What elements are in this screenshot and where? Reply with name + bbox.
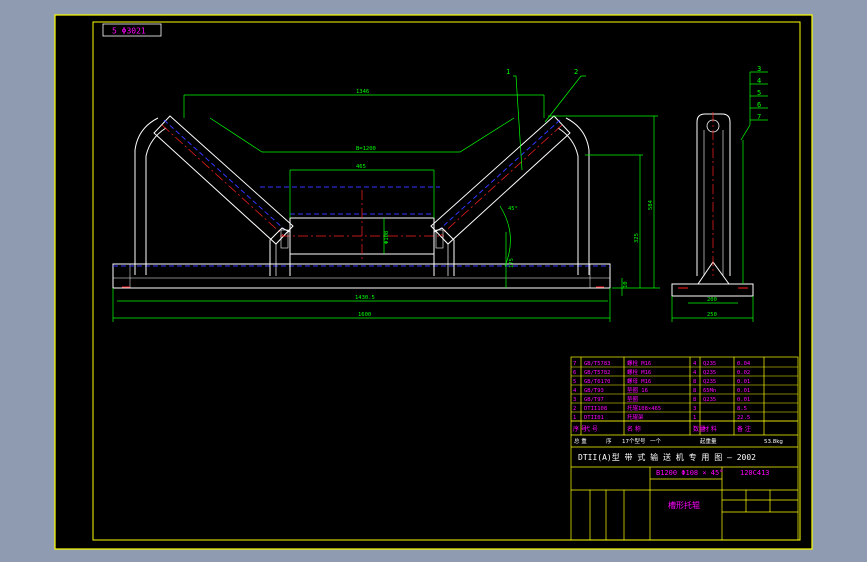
bom-cell: 0.01: [737, 379, 750, 385]
bom-cell: 垫圈: [627, 395, 639, 403]
bom-cell: GB/T5782: [584, 370, 611, 376]
bom-summary-cell: 序: [606, 437, 612, 445]
bom-cell: 0.04: [737, 361, 751, 367]
bom-cell: 3: [693, 406, 696, 412]
bom-cell: 托辊108×465: [627, 404, 661, 412]
bom-cell: GB/T93: [584, 388, 604, 394]
bom-cell: 0.02: [737, 370, 750, 376]
bom-cell: GB/T5783: [584, 361, 611, 367]
bom-cell: 托辊架: [627, 413, 644, 421]
dim-overall-length: 1430.5: [355, 295, 375, 301]
bom-cell: 0.01: [737, 388, 750, 394]
bom-cell: Q235: [703, 361, 716, 367]
dim-height-mid: 325: [634, 233, 640, 243]
bom-cell: 8: [693, 397, 696, 403]
dim-side-base: 250: [707, 312, 717, 318]
bom-cell: DTII01: [584, 415, 604, 421]
bom-cell: 螺栓 M16: [627, 359, 651, 367]
bom-cell: DTII108: [584, 406, 607, 412]
dim-center-roller: 465: [356, 164, 366, 170]
bom-summary-cell: 17个型号: [622, 437, 646, 445]
part-name: 槽形托辊: [668, 500, 700, 510]
dim-base-thk: 10: [623, 281, 629, 288]
bom-cell: 8: [693, 379, 696, 385]
callout-1: 1: [506, 68, 510, 76]
bom-cell: 垫圈 16: [627, 386, 648, 394]
dim-height-total: 584: [648, 199, 654, 210]
bom-cell: GB/T6170: [584, 379, 611, 385]
callout-7: 7: [757, 113, 761, 121]
bom-header-cell: 名 称: [627, 425, 641, 433]
dim-angle: 45°: [508, 206, 518, 212]
bom-cell: Q235: [703, 379, 716, 385]
callout-4: 4: [757, 77, 761, 85]
drawing-title: DTII(A)型 带 式 输 送 机 专 用 图 – 2002: [578, 452, 756, 462]
cad-drawing: 5 Φ3021 1346 B=1200 465 Φ108 1430.5 1600…: [54, 14, 813, 550]
dim-top-span: 1346: [356, 89, 369, 95]
bom-cell: 螺母 M16: [627, 377, 651, 385]
bom-header-cell: 材 料: [703, 425, 717, 433]
dim-height-small: 175: [509, 258, 515, 268]
dim-bracket-span: B=1200: [356, 146, 376, 152]
drawing-number: 120C413: [740, 469, 770, 477]
bom-cell: Q235: [703, 397, 716, 403]
bom-summary-cell: 53.8kg: [764, 439, 783, 445]
bom-summary-cell: 一个: [650, 438, 662, 445]
bom-summary-cell: 总 重: [574, 437, 587, 445]
bom-header-cell: 代 号: [584, 425, 598, 433]
dim-base-length: 1600: [358, 312, 371, 318]
bom-cell: 22.5: [737, 415, 750, 421]
bom-cell: 3: [573, 397, 576, 403]
callout-5: 5: [757, 89, 761, 97]
bom-cell: 8: [693, 388, 696, 394]
callout-6: 6: [757, 101, 761, 109]
bom-header-cell: 备 注: [737, 425, 751, 433]
drawing-spec: B1200 Φ108 × 45°: [656, 469, 723, 477]
bom-cell: 1: [573, 415, 576, 421]
callout-2: 2: [574, 68, 578, 76]
dim-side-width: 200: [707, 297, 717, 303]
bom-cell: 1: [693, 415, 696, 421]
bom-cell: Q235: [703, 370, 716, 376]
bom-cell: 7: [573, 361, 576, 367]
dim-roller-dia: Φ108: [384, 231, 390, 244]
bom-cell: 2: [573, 406, 576, 412]
bom-cell: 5: [573, 379, 576, 385]
bom-cell: 螺栓 M16: [627, 368, 651, 376]
bom-summary-cell: 起重量: [700, 437, 717, 445]
corner-label: 5 Φ3021: [112, 27, 146, 36]
bom-cell: GB/T97: [584, 397, 604, 403]
bom-cell: 6: [573, 370, 576, 376]
bom-cell: 8.5: [737, 406, 747, 412]
bom-cell: 0.01: [737, 397, 750, 403]
bom-cell: 65Mn: [703, 388, 716, 394]
callout-3: 3: [757, 65, 761, 73]
